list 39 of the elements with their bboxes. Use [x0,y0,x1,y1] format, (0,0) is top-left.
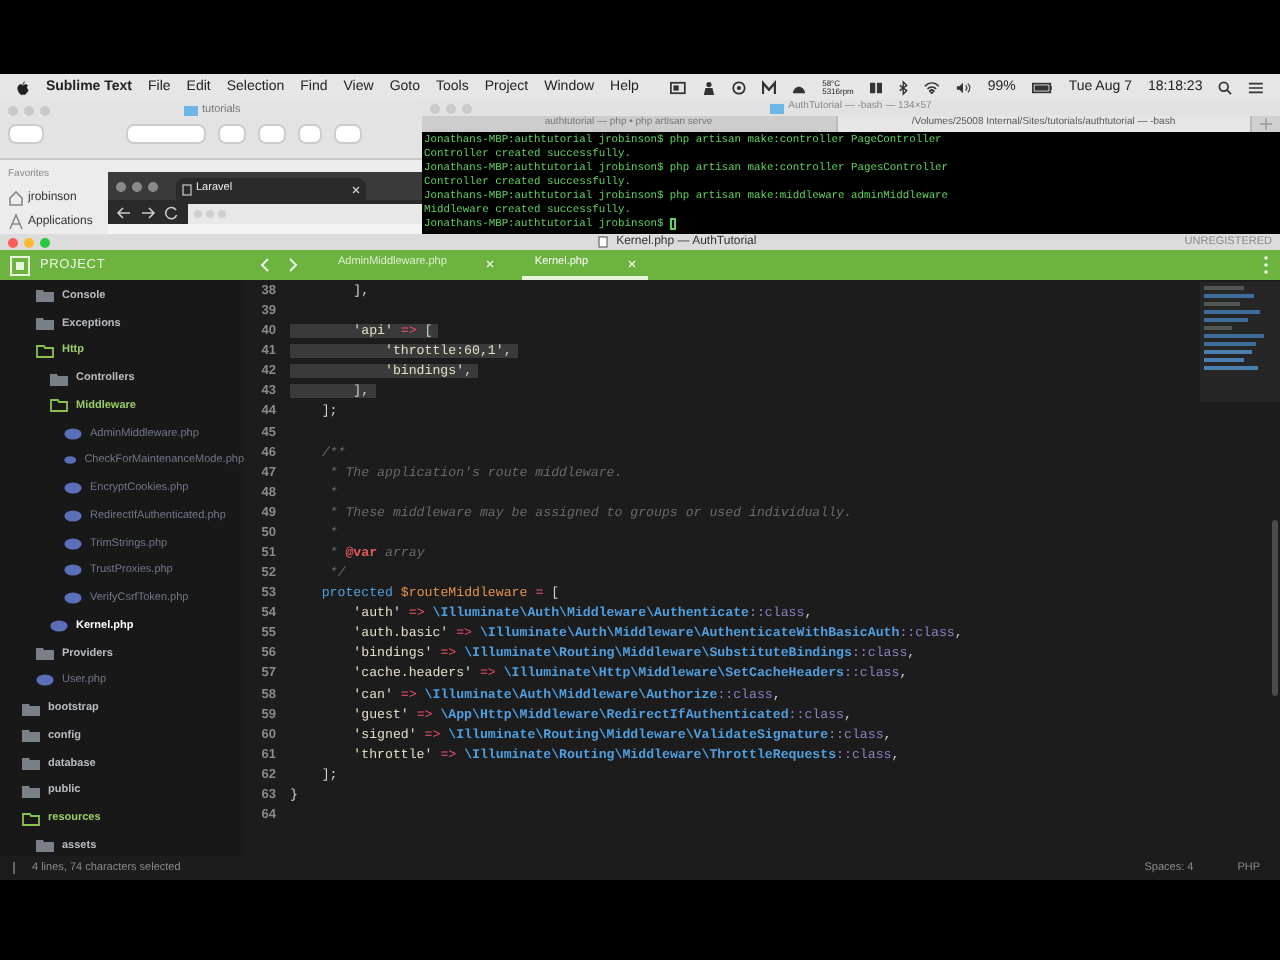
close-icon[interactable] [352,185,360,193]
plus-icon [1260,118,1272,130]
search-icon[interactable] [1218,79,1233,95]
project-icon [10,255,30,275]
volume-icon[interactable] [956,79,972,95]
letter-a-icon [8,214,24,230]
battery-icon[interactable] [1031,79,1053,95]
scrollbar[interactable] [1272,520,1278,696]
pause-icon[interactable] [869,79,882,95]
back-forward-button[interactable] [8,124,44,144]
share-button[interactable] [298,124,322,144]
action-button[interactable] [258,124,286,144]
php-file-icon [64,454,77,467]
bluetooth-icon[interactable] [897,79,909,95]
display-icon[interactable] [670,79,687,95]
reload-icon[interactable] [164,205,180,219]
text-cursor [669,218,676,230]
collapse-chevron-icon[interactable] [260,258,270,272]
document-icon [598,236,609,248]
tag-button[interactable] [334,124,362,144]
php-file-icon [36,674,54,687]
zoom-window-button[interactable] [40,237,50,247]
apple-logo-icon[interactable] [16,79,30,95]
folder-icon [770,101,785,115]
wifi-icon[interactable] [924,79,941,95]
back-arrow-icon[interactable] [116,205,132,219]
house-icon [8,190,24,206]
m-letter-icon[interactable] [762,79,777,95]
forward-arrow-icon[interactable] [140,205,156,219]
arrange-button[interactable] [218,124,246,144]
close-window-button[interactable] [8,237,18,247]
page-icon [182,183,192,195]
menu-icon[interactable] [1248,79,1264,95]
chevron-right-icon[interactable] [288,258,298,272]
person-icon[interactable] [702,79,717,95]
folder-icon [184,103,198,118]
view-mode-buttons[interactable] [126,124,206,144]
minimize-window-button[interactable] [24,237,34,247]
circle-icon[interactable] [732,79,747,95]
